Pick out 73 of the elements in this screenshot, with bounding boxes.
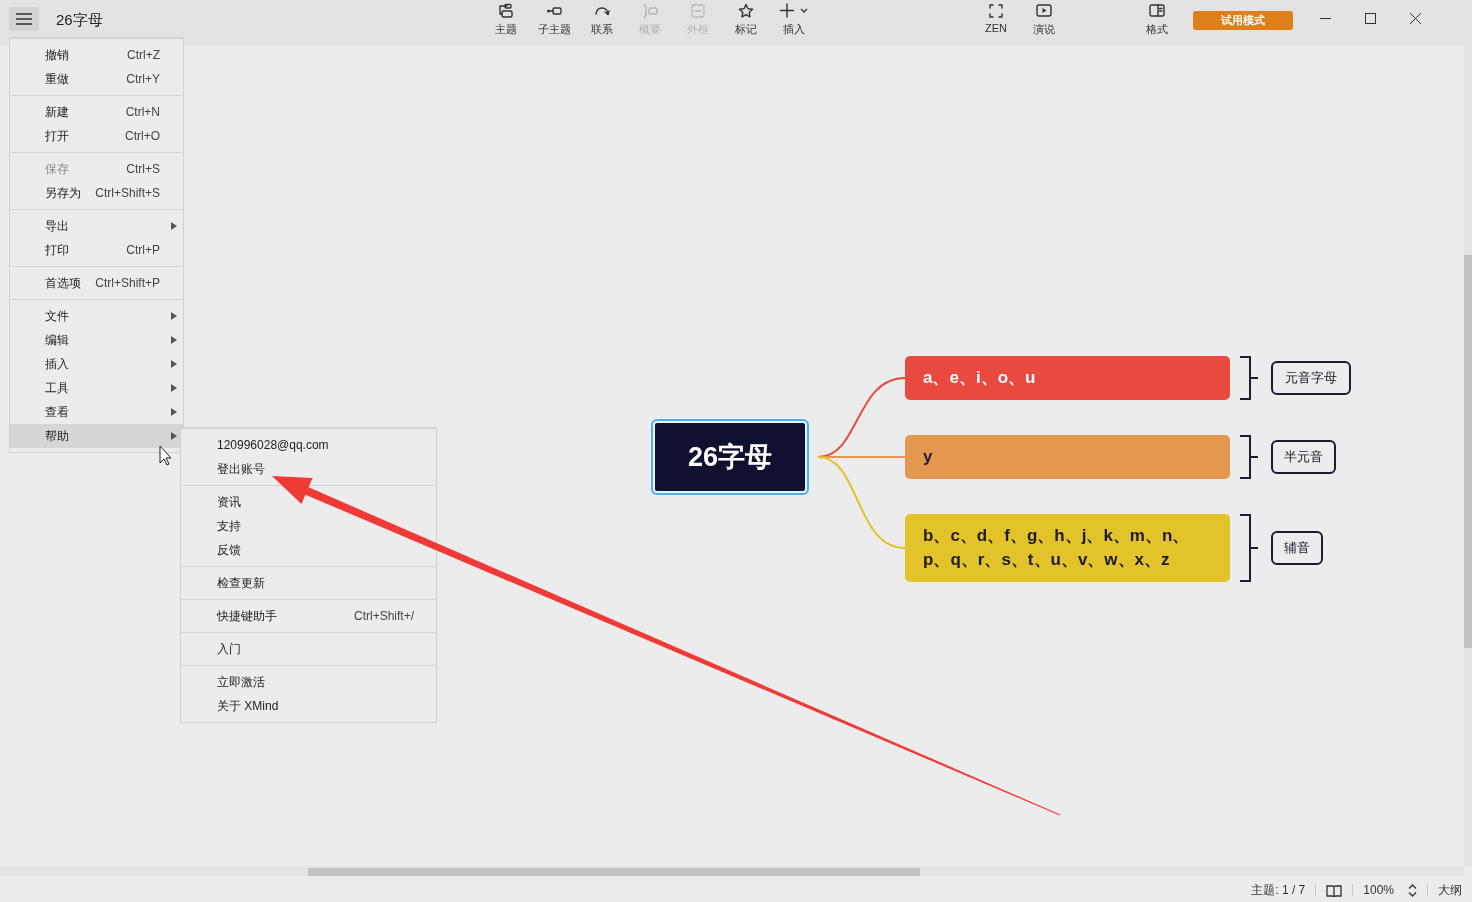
toolbar-button[interactable]: 标记 [722, 0, 770, 40]
summary-node[interactable]: 半元音 [1271, 440, 1336, 474]
insert-icon [780, 3, 796, 19]
menu-button[interactable] [9, 7, 39, 31]
up-down-icon[interactable] [1408, 883, 1417, 897]
submenu-arrow-icon [171, 408, 177, 416]
toolbar-button[interactable]: 插入 [770, 0, 818, 40]
summary-icon [642, 3, 658, 19]
format-icon [1149, 3, 1165, 19]
summary-node[interactable]: 元音字母 [1271, 361, 1351, 395]
menu-item[interactable]: 反馈 [181, 538, 436, 562]
toolbar-button[interactable]: 演说 [1020, 0, 1068, 40]
menu-item[interactable]: 编辑 [10, 328, 183, 352]
toolbar-button[interactable]: 主题 [482, 0, 530, 40]
menu-item[interactable]: 入门 [181, 637, 436, 661]
menu-item[interactable]: 打开 Ctrl+O [10, 124, 183, 148]
summary-bracket [1239, 514, 1259, 582]
menu-item[interactable]: 工具 [10, 376, 183, 400]
window-title: 26字母 [56, 11, 104, 30]
menu-item[interactable]: 查看 [10, 400, 183, 424]
toolbar-button[interactable]: 格式 [1133, 0, 1181, 40]
submenu-arrow-icon [171, 222, 177, 230]
summary-bracket [1239, 435, 1259, 479]
menu-item[interactable]: 打印 Ctrl+P [10, 238, 183, 262]
menu-item[interactable]: 登出账号 [181, 457, 436, 481]
summary-node[interactable]: 辅音 [1271, 531, 1323, 565]
menu-item[interactable]: 检查更新 [181, 571, 436, 595]
menu-item[interactable]: 导出 [10, 214, 183, 238]
vertical-scrollbar[interactable] [1464, 45, 1472, 866]
submenu-arrow-icon [171, 384, 177, 392]
submenu-arrow-icon [171, 432, 177, 440]
topic-node[interactable]: b、c、d、f、g、h、j、k、m、n、 p、q、r、s、t、u、v、w、x、z [905, 514, 1230, 582]
menu-item[interactable]: 快捷键助手 Ctrl+Shift+/ [181, 604, 436, 628]
menu-item[interactable]: 立即激活 [181, 670, 436, 694]
menu-item[interactable]: 重做 Ctrl+Y [10, 67, 183, 91]
toolbar-button[interactable]: 子主题 [530, 0, 578, 40]
menu-item[interactable]: 支持 [181, 514, 436, 538]
submenu-arrow-icon [171, 312, 177, 320]
minimize-icon [1320, 17, 1331, 19]
scrollbar-thumb[interactable] [308, 868, 920, 876]
zen-icon [988, 3, 1004, 19]
menu-item[interactable]: 另存为 Ctrl+Shift+S [10, 181, 183, 205]
menu-item[interactable]: 文件 [10, 304, 183, 328]
menu-item[interactable]: 资讯 [181, 490, 436, 514]
menu-item[interactable]: 120996028@qq.com [181, 433, 436, 457]
menu-item[interactable]: 首选项 Ctrl+Shift+P [10, 271, 183, 295]
menu-icon [16, 13, 32, 25]
zoom-level[interactable]: 100% [1363, 883, 1394, 897]
outline-button[interactable]: 大纲 [1438, 881, 1462, 899]
boundary-icon [690, 3, 706, 19]
submenu-arrow-icon [171, 360, 177, 368]
marker-icon [738, 3, 754, 19]
menu-item[interactable]: 插入 [10, 352, 183, 376]
summary-bracket [1239, 356, 1259, 400]
central-topic[interactable]: 26字母 [653, 421, 807, 493]
topic-node[interactable]: y [905, 435, 1230, 479]
pitch-icon [1036, 3, 1052, 19]
topic-count: 主题: 1 / 7 [1251, 881, 1306, 899]
toolbar-button[interactable]: ZEN [972, 0, 1020, 40]
menu-item[interactable]: 新建 Ctrl+N [10, 100, 183, 124]
close-icon [1410, 12, 1421, 24]
toolbar-button[interactable]: 联系 [578, 0, 626, 40]
menu-item[interactable]: 撤销 Ctrl+Z [10, 43, 183, 67]
topic-icon [498, 3, 514, 19]
caret-icon [800, 8, 808, 14]
menu-item[interactable]: 关于 XMind [181, 694, 436, 718]
book-icon[interactable] [1326, 883, 1343, 897]
submenu-arrow-icon [171, 336, 177, 344]
maximize-icon [1365, 12, 1376, 24]
scrollbar-thumb[interactable] [1464, 255, 1472, 648]
cursor-icon [159, 445, 172, 466]
menu-item[interactable]: 帮助 [10, 424, 183, 448]
topic-node[interactable]: a、e、i、o、u [905, 356, 1230, 400]
